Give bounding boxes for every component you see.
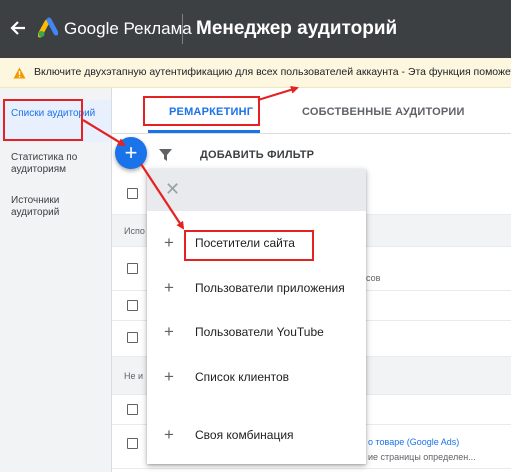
menu-item-label: Своя комбинация bbox=[195, 428, 294, 442]
sidebar-item-audience-stats[interactable]: Статистика по аудиториям bbox=[0, 152, 111, 182]
row-checkbox[interactable] bbox=[127, 300, 138, 311]
menu-header: ✕ bbox=[147, 169, 366, 211]
sidebar-item-audience-sources[interactable]: Источники аудиторий bbox=[0, 195, 111, 225]
menu-item-label: Пользователи приложения bbox=[195, 281, 345, 295]
sidebar: Списки аудиторий Статистика по аудитория… bbox=[0, 88, 112, 472]
plus-icon: + bbox=[164, 233, 174, 252]
annotation-box-sidebar bbox=[3, 99, 83, 141]
plus-icon: + bbox=[164, 322, 174, 341]
section-label: Испо bbox=[124, 226, 145, 236]
page-title: Менеджер аудиторий bbox=[196, 18, 398, 39]
active-tab-indicator bbox=[148, 130, 260, 133]
row-link-fragment[interactable]: о товаре (Google Ads) bbox=[368, 437, 459, 447]
row-text-fragment: сов bbox=[366, 273, 381, 283]
plus-icon: + bbox=[164, 367, 174, 386]
plus-icon: + bbox=[164, 425, 174, 444]
warning-icon bbox=[13, 67, 26, 79]
filter-icon[interactable] bbox=[159, 149, 172, 161]
create-audience-menu: ✕ + Посетители сайта + Пользователи прил… bbox=[147, 169, 366, 464]
annotation-box-tab bbox=[143, 96, 260, 126]
menu-item-app-users[interactable]: + Пользователи приложения bbox=[147, 270, 366, 306]
row-text-fragment: ие страницы определен... bbox=[368, 452, 476, 462]
row-checkbox[interactable] bbox=[127, 332, 138, 343]
menu-item-customer-list[interactable]: + Список клиентов bbox=[147, 359, 366, 395]
arrow-back-icon[interactable] bbox=[10, 19, 26, 37]
annotation-box-menu-item bbox=[184, 230, 314, 261]
filter-bar: ДОБАВИТЬ ФИЛЬТР bbox=[112, 135, 511, 173]
menu-item-youtube-users[interactable]: + Пользователи YouTube bbox=[147, 314, 366, 350]
select-all-checkbox[interactable] bbox=[127, 188, 138, 199]
app-root: Google Реклама Менеджер аудиторий Включи… bbox=[0, 0, 511, 472]
section-label: Не и bbox=[124, 371, 144, 381]
header-divider bbox=[182, 14, 183, 44]
row-checkbox[interactable] bbox=[127, 438, 138, 449]
close-icon[interactable]: ✕ bbox=[165, 179, 180, 199]
plus-icon: + bbox=[164, 278, 174, 297]
row-checkbox[interactable] bbox=[127, 404, 138, 415]
google-ads-logo bbox=[38, 17, 58, 38]
notification-banner: Включите двухэтапную аутентификацию для … bbox=[0, 58, 511, 88]
add-audience-fab[interactable]: + bbox=[115, 137, 147, 169]
menu-item-custom-combination[interactable]: + Своя комбинация bbox=[147, 417, 366, 453]
top-bar: Google Реклама Менеджер аудиторий bbox=[0, 0, 511, 58]
menu-item-label: Пользователи YouTube bbox=[195, 325, 324, 339]
tab-own-audiences[interactable]: СОБСТВЕННЫЕ АУДИТОРИИ bbox=[302, 106, 465, 118]
add-filter-button[interactable]: ДОБАВИТЬ ФИЛЬТР bbox=[200, 149, 314, 161]
brand-name: Google Реклама bbox=[64, 19, 192, 38]
banner-text: Включите двухэтапную аутентификацию для … bbox=[34, 66, 511, 78]
row-checkbox[interactable] bbox=[127, 263, 138, 274]
menu-item-label: Список клиентов bbox=[195, 370, 290, 384]
